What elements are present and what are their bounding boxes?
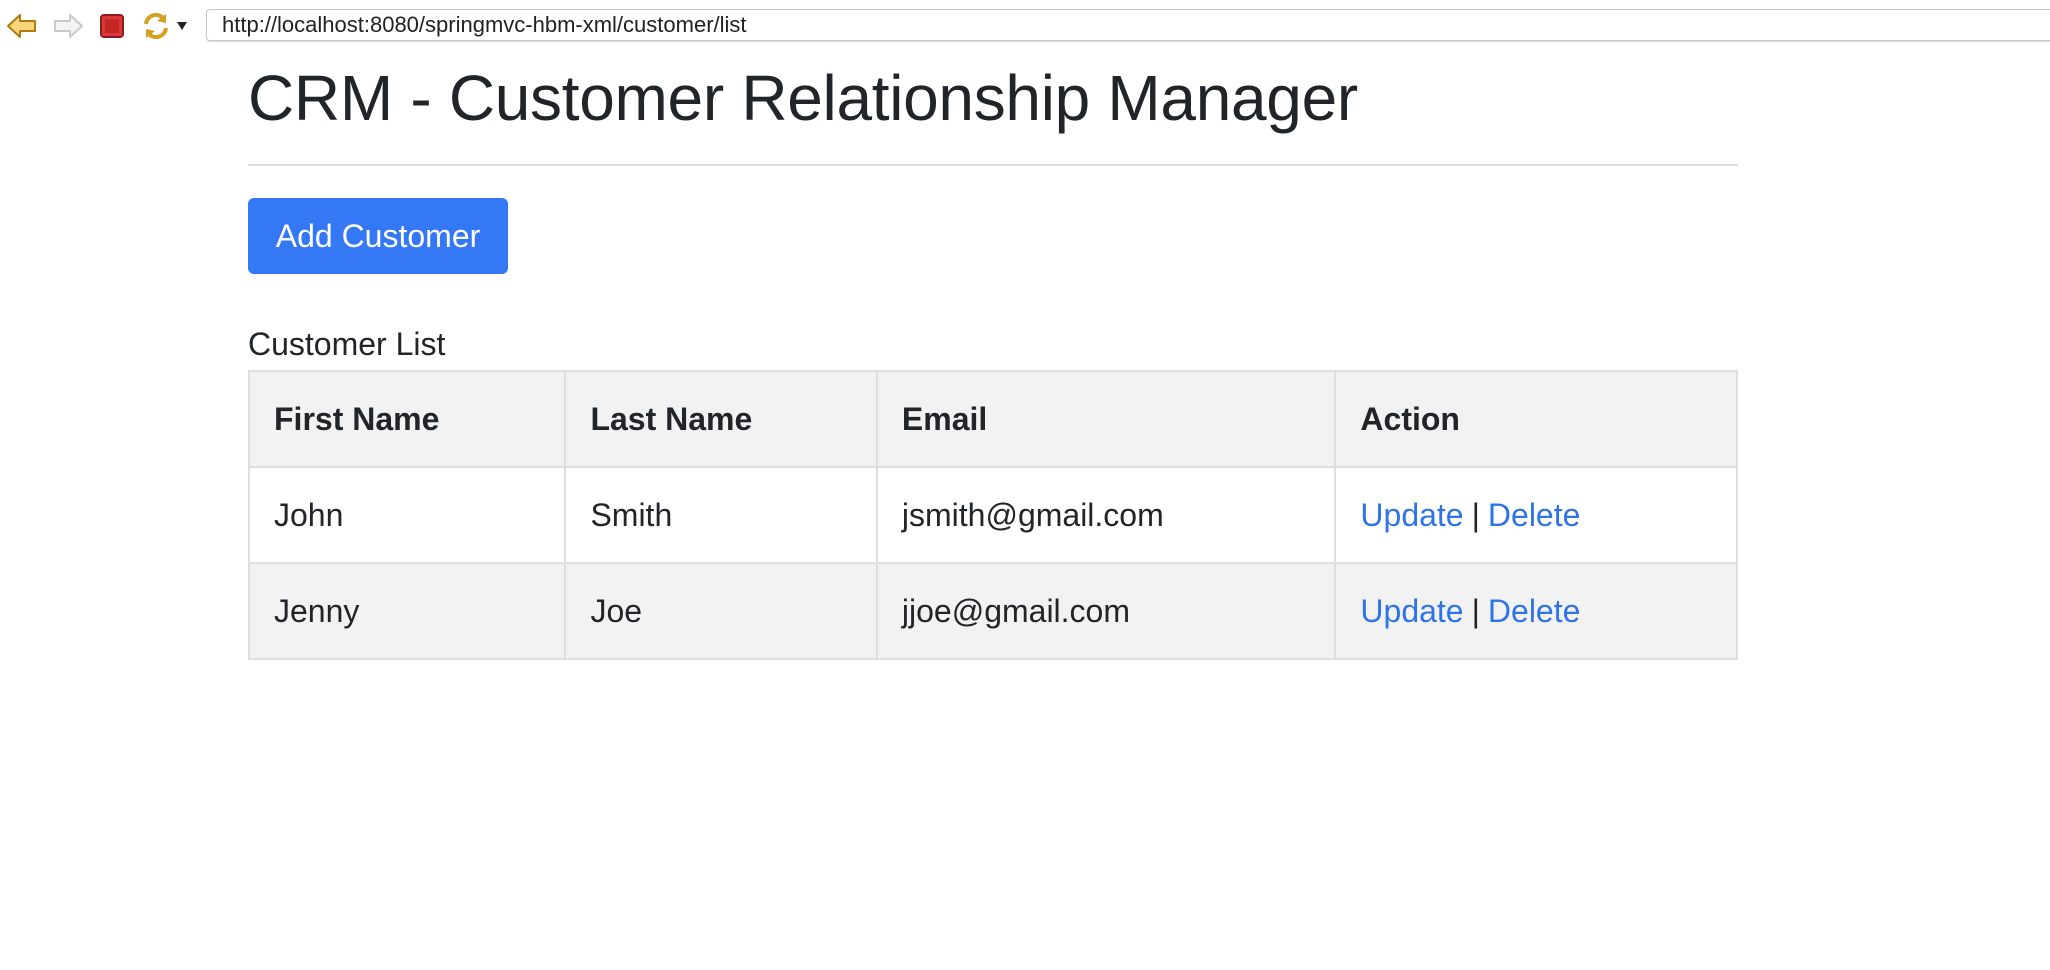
back-arrow-icon[interactable]: [4, 8, 40, 44]
add-customer-button[interactable]: Add Customer: [248, 198, 508, 274]
update-link[interactable]: Update: [1360, 593, 1463, 629]
browser-toolbar: http://localhost:8080/springmvc-hbm-xml/…: [0, 0, 2050, 52]
header-action: Action: [1334, 370, 1738, 468]
email-cell: jjoe@gmail.com: [875, 562, 1337, 660]
action-cell: Update | Delete: [1334, 562, 1738, 660]
stop-icon[interactable]: [94, 8, 130, 44]
table-header-row: First Name Last Name Email Action: [247, 370, 1738, 468]
customer-table: First Name Last Name Email Action John S…: [247, 370, 1738, 660]
last-name-cell: Smith: [564, 466, 878, 564]
last-name-cell: Joe: [564, 562, 878, 660]
update-link[interactable]: Update: [1360, 497, 1463, 533]
dropdown-arrow-icon[interactable]: [170, 8, 194, 44]
page-title: CRM - Customer Relationship Manager: [248, 62, 1358, 134]
action-cell: Update | Delete: [1334, 466, 1738, 564]
refresh-icon[interactable]: [138, 8, 174, 44]
forward-arrow-icon[interactable]: [50, 8, 86, 44]
first-name-cell: Jenny: [247, 562, 567, 660]
divider: [248, 164, 1738, 166]
delete-link[interactable]: Delete: [1488, 497, 1581, 533]
table-row: Jenny Joe jjoe@gmail.com Update | Delete: [247, 562, 1738, 660]
main-container: CRM - Customer Relationship Manager Add …: [247, 52, 1738, 660]
header-first-name: First Name: [247, 370, 567, 468]
email-cell: jsmith@gmail.com: [875, 466, 1337, 564]
first-name-cell: John: [247, 466, 567, 564]
header-email: Email: [875, 370, 1337, 468]
action-separator: |: [1471, 496, 1480, 533]
customer-list-caption: Customer List: [248, 326, 446, 362]
action-separator: |: [1471, 592, 1480, 629]
table-row: John Smith jsmith@gmail.com Update | Delet…: [247, 466, 1738, 564]
delete-link[interactable]: Delete: [1488, 593, 1581, 629]
header-last-name: Last Name: [564, 370, 878, 468]
url-bar[interactable]: http://localhost:8080/springmvc-hbm-xml/…: [206, 9, 2050, 41]
